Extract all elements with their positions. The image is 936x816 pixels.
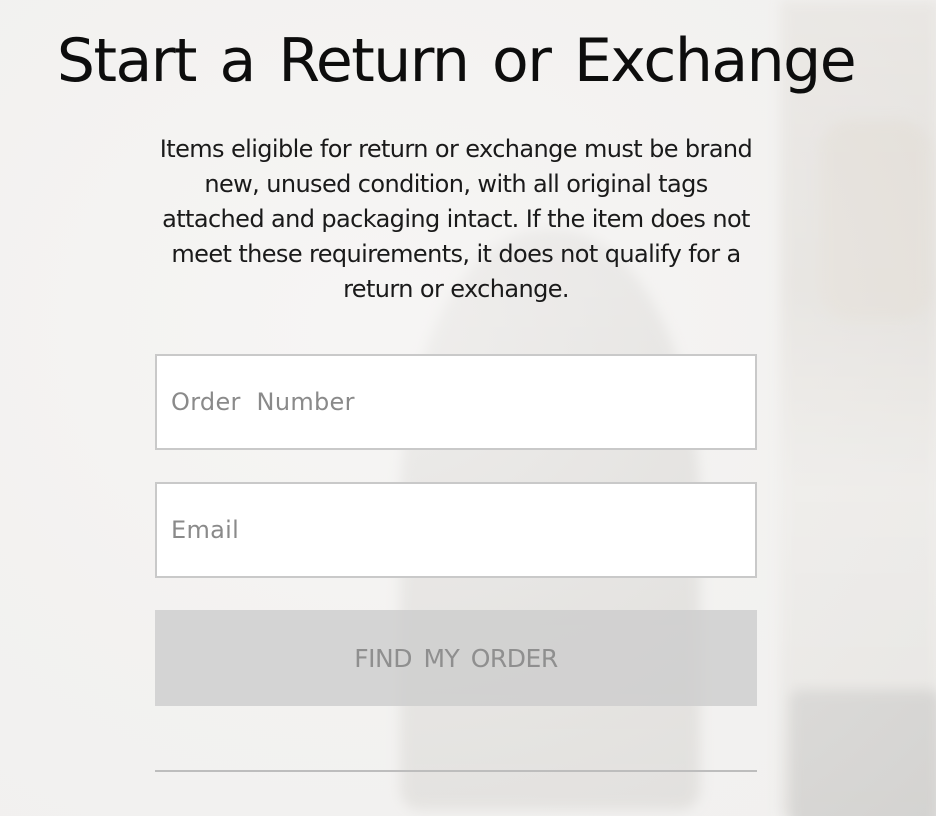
page-title: Start a Return or Exchange: [56, 26, 857, 96]
order-number-input[interactable]: [155, 354, 757, 450]
section-divider: [155, 770, 757, 772]
eligibility-description: Items eligible for return or exchange mu…: [159, 135, 753, 303]
email-input[interactable]: [155, 482, 757, 578]
find-my-order-button[interactable]: FIND MY ORDER: [155, 610, 757, 706]
return-exchange-section: Start a Return or Exchange Items eligibl…: [0, 0, 936, 816]
